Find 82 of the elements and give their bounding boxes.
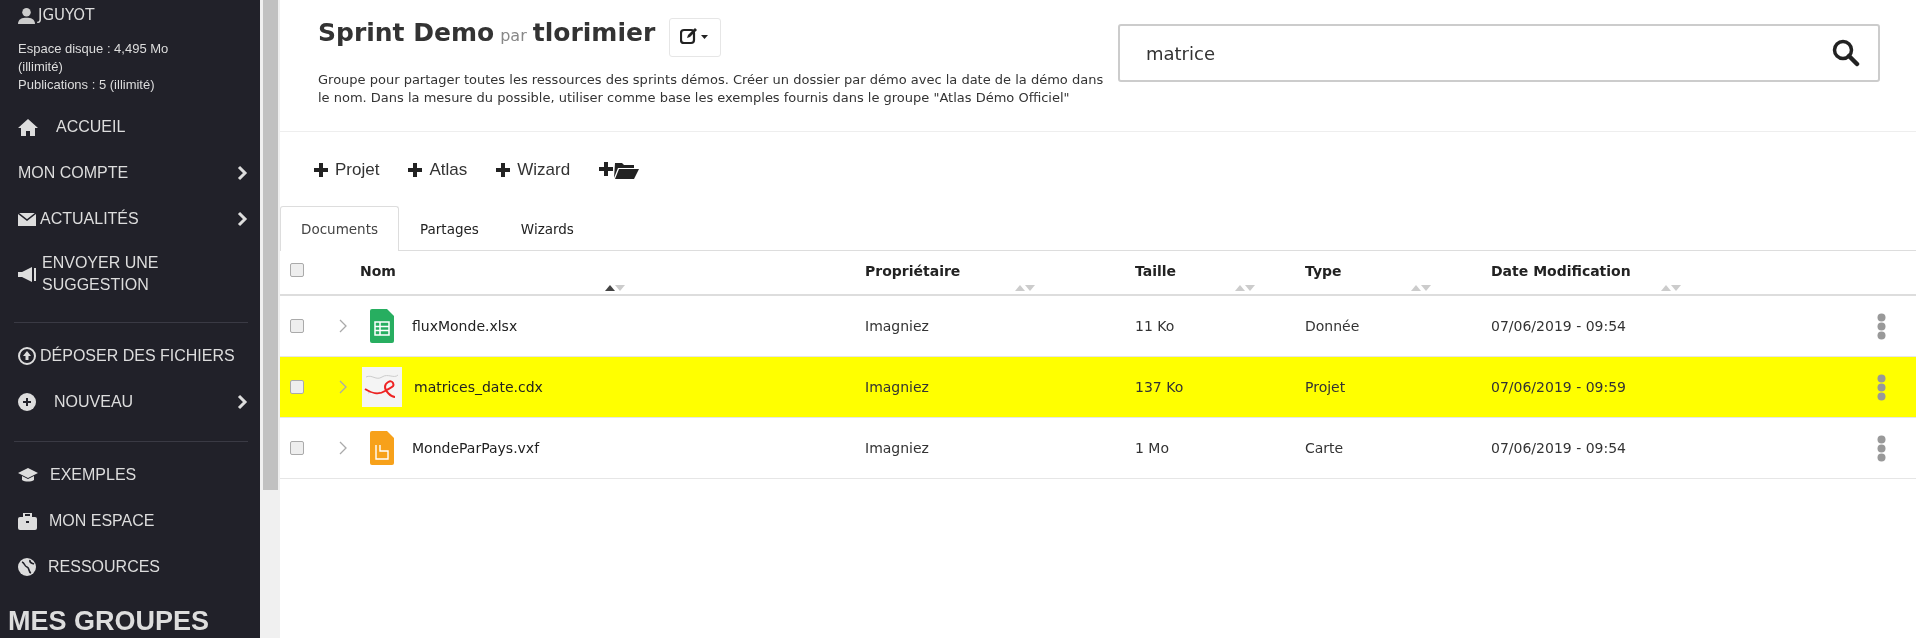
map-thumbnail-icon (362, 367, 402, 407)
type-cell: Carte (1305, 440, 1344, 456)
file-name[interactable]: matrices_date.cdx (414, 379, 543, 395)
more-options-icon[interactable] (1877, 434, 1886, 462)
sidebar-item[interactable]: MON ESPACE (18, 508, 260, 534)
briefcase-icon (18, 512, 37, 530)
quota-text: (illimité) (18, 58, 64, 76)
home-icon (18, 118, 38, 136)
size-cell: 137 Ko (1135, 379, 1184, 395)
sidebar-item[interactable]: ENVOYER UNE SUGGESTION (18, 252, 260, 296)
expand-chevron-icon[interactable] (339, 441, 347, 455)
owner-cell: Imagniez (865, 318, 929, 334)
tab[interactable]: Documents (280, 206, 399, 251)
sidebar-item[interactable]: MON COMPTE (18, 160, 260, 186)
search-icon[interactable] (1832, 39, 1860, 67)
scrollbar-thumb[interactable] (263, 0, 278, 490)
date-cell: 07/06/2019 - 09:54 (1491, 318, 1626, 334)
column-header[interactable]: Propriétaire (865, 263, 961, 279)
chevron-right-icon (237, 211, 248, 227)
plus-icon (407, 162, 424, 178)
chevron-right-icon (237, 165, 248, 181)
edit-icon (680, 27, 711, 45)
sidebar-item[interactable]: ACCUEIL (18, 114, 260, 140)
plus-circle-icon (18, 393, 36, 411)
more-options-icon[interactable] (1877, 373, 1886, 401)
spreadsheet-file-icon (370, 309, 394, 343)
tab[interactable]: Partages (399, 206, 500, 251)
graduation-cap-icon (18, 467, 38, 483)
owner-cell: Imagniez (865, 440, 929, 456)
expand-chevron-icon[interactable] (339, 380, 347, 394)
user-name[interactable]: JGUYOT (38, 6, 95, 24)
row-checkbox[interactable] (290, 319, 304, 333)
sidebar-item[interactable]: NOUVEAU (18, 389, 260, 415)
sidebar-item[interactable]: ACTUALITÉS (18, 206, 260, 232)
file-name[interactable]: MondeParPays.vxf (412, 440, 540, 456)
user-icon (18, 6, 35, 24)
upload-icon (18, 347, 36, 365)
by-label: par (500, 26, 527, 45)
size-cell: 1 Mo (1135, 440, 1169, 456)
add-folder-icon (598, 160, 641, 180)
size-cell: 11 Ko (1135, 318, 1175, 334)
search-field[interactable]: matrice (1118, 24, 1880, 82)
date-cell: 07/06/2019 - 09:54 (1491, 440, 1626, 456)
table-row[interactable]: matrices_date.cdx Imagniez 137 Ko Projet 07/06/2019 - 09:59 (280, 357, 1916, 418)
globe-icon (18, 558, 36, 576)
sidebar-item[interactable]: DÉPOSER DES FICHIERS (18, 343, 260, 369)
plus-icon (495, 162, 512, 178)
chevron-right-icon (237, 394, 248, 410)
quota-text: Publications : 5 (illimité) (18, 76, 156, 94)
column-header[interactable]: Nom (360, 263, 396, 279)
megaphone-icon (18, 266, 38, 282)
column-header[interactable]: Taille (1135, 263, 1177, 279)
sidebar-item[interactable]: EXEMPLES (18, 462, 260, 488)
edit-dropdown-button[interactable] (669, 18, 722, 57)
map-file-icon (370, 431, 394, 465)
section-heading: MES GROUPES (8, 606, 211, 637)
add-button[interactable]: Projet (313, 160, 380, 180)
type-cell: Projet (1305, 379, 1346, 395)
expand-chevron-icon[interactable] (339, 319, 347, 333)
sidebar-item[interactable]: RESSOURCES (18, 554, 260, 580)
type-cell: Donnée (1305, 318, 1360, 334)
envelope-icon (18, 212, 36, 226)
quota-text: Espace disque : 4,495 Mo (18, 40, 170, 58)
plus-icon (313, 162, 329, 178)
group-title: Sprint Demo (318, 18, 495, 47)
add-folder-button[interactable] (598, 160, 641, 180)
table-row[interactable]: MondeParPays.vxf Imagniez 1 Mo Carte 07/06/2019 - 09:54 (280, 418, 1916, 479)
owner-cell: Imagniez (865, 379, 929, 395)
add-button[interactable]: Atlas (407, 160, 468, 180)
row-checkbox[interactable] (290, 441, 304, 455)
add-button[interactable]: Wizard (495, 160, 571, 180)
tab[interactable]: Wizards (499, 206, 595, 251)
file-name[interactable]: fluxMonde.xlsx (412, 318, 518, 334)
owner-name: tlorimier (532, 18, 656, 47)
column-header[interactable]: Type (1305, 263, 1342, 279)
column-header[interactable]: Date Modification (1491, 263, 1631, 279)
row-checkbox[interactable] (290, 380, 304, 394)
date-cell: 07/06/2019 - 09:59 (1491, 379, 1626, 395)
select-all-checkbox[interactable] (290, 263, 304, 277)
sort-icon[interactable] (605, 284, 625, 291)
group-description: Groupe pour partager toutes les ressources des sprints démos. Créer un dossier par démo avec la date de la démo dans le nom. Dans la mesure du possible, utiliser comme base les exemples fournis dans le groupe "Atlas Démo Officiel" (318, 71, 1105, 107)
more-options-icon[interactable] (1877, 312, 1886, 340)
